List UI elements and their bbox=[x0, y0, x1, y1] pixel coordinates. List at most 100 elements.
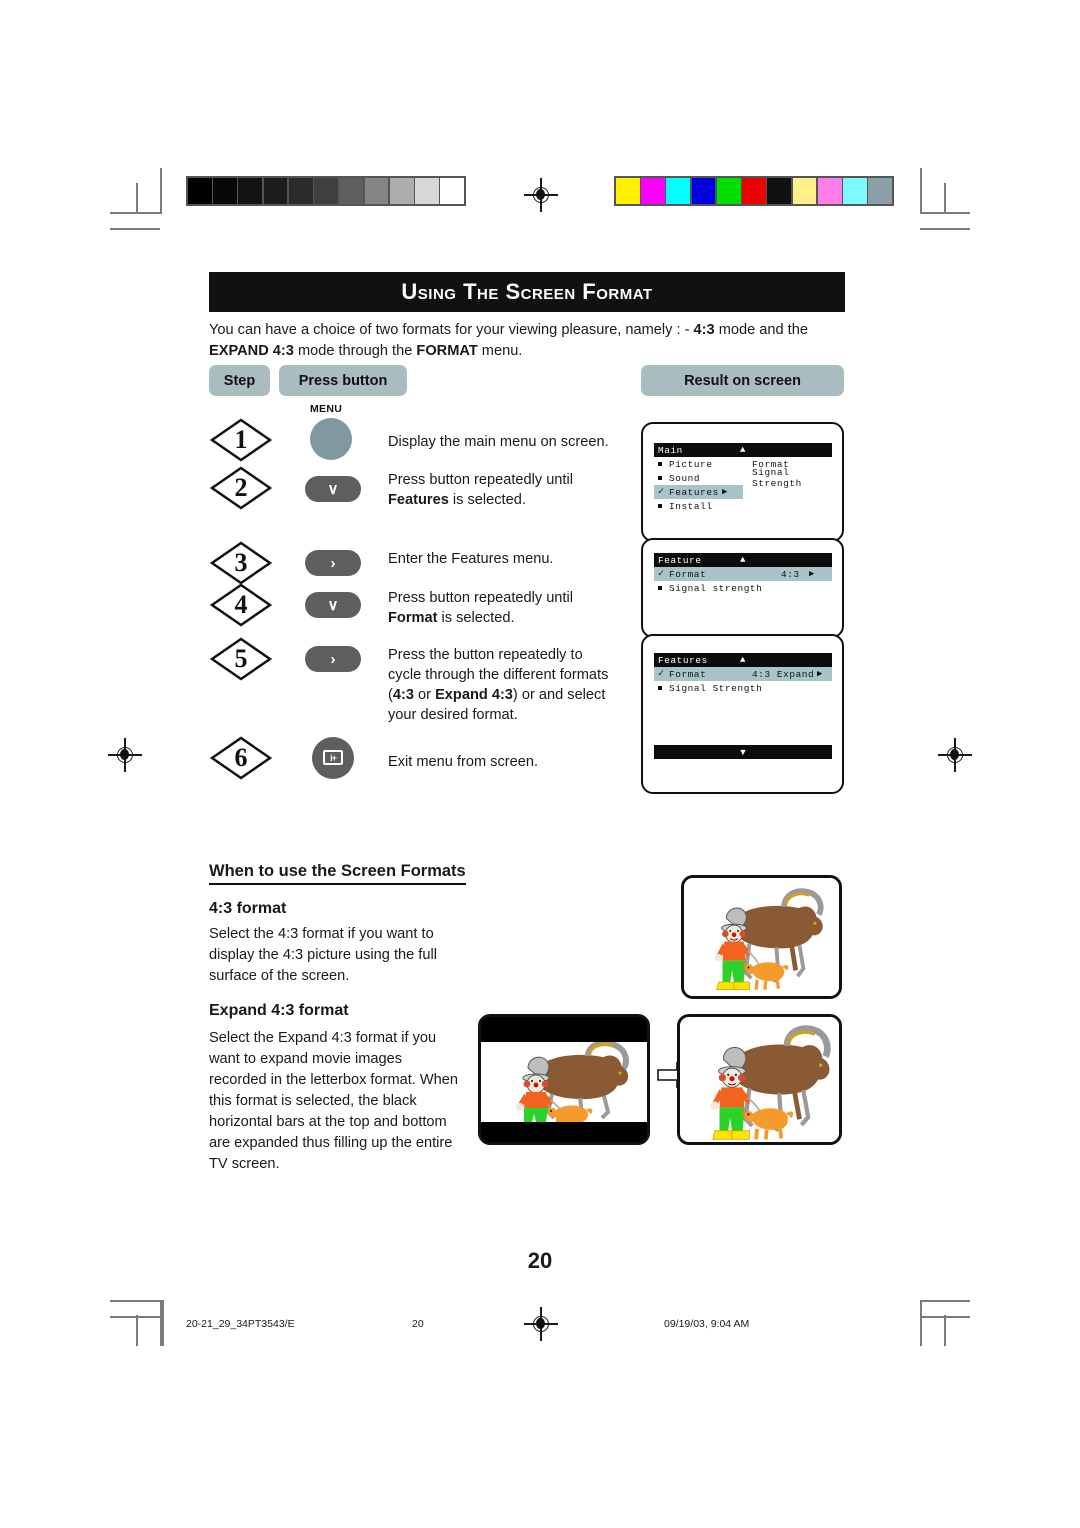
step-description-4: Press button repeatedly until Format is … bbox=[388, 588, 638, 628]
osd-main-row-features[interactable]: ✓ Features ▶ bbox=[654, 485, 743, 499]
step4-bold-format: Format bbox=[388, 610, 438, 626]
subheading-43-format: 4:3 format bbox=[209, 900, 287, 917]
chevron-right-icon: › bbox=[330, 650, 336, 668]
step-number-badge-6: 6 bbox=[210, 736, 272, 780]
body-expand-43-format: Select the Expand 4:3 format if you want… bbox=[209, 1030, 459, 1172]
step-description-1: Display the main menu on screen. bbox=[388, 434, 609, 450]
color-swatch bbox=[616, 178, 640, 204]
chevron-down-icon: ∨ bbox=[327, 480, 339, 498]
scene-letterbox bbox=[481, 1042, 647, 1122]
caret-down-icon: ▼ bbox=[738, 747, 748, 757]
down-button-step4[interactable]: ∨ bbox=[305, 592, 361, 618]
crop-mark-top-left-v2 bbox=[136, 183, 138, 214]
bullet-icon bbox=[658, 683, 669, 694]
footer-page-number: 20 bbox=[412, 1318, 424, 1330]
step-number-2: 2 bbox=[234, 473, 248, 502]
scene-43 bbox=[684, 878, 839, 996]
down-button-step2[interactable]: ∨ bbox=[305, 476, 361, 502]
check-icon: ✓ bbox=[658, 487, 665, 498]
right-button-step3[interactable]: › bbox=[305, 550, 361, 576]
step-number-badge-3: 3 bbox=[210, 541, 272, 585]
osd-main-title: Main bbox=[658, 444, 683, 456]
osd-features-value-format: 4:3 Expand bbox=[752, 668, 815, 680]
scene-expand-43 bbox=[680, 1017, 839, 1142]
osd-main-menu: Main ▲ Picture Format Sound Signal Stren… bbox=[654, 443, 832, 513]
osd-features-row-format[interactable]: ✓ Format 4:3 Expand ▶ bbox=[654, 667, 832, 681]
osd-features-title: Features bbox=[658, 654, 708, 666]
intro-text-3: mode through the bbox=[293, 343, 417, 359]
body-43-format: Select the 4:3 format if you want to dis… bbox=[209, 926, 437, 984]
menu-button[interactable] bbox=[310, 418, 352, 460]
step5-line4: your desired format. bbox=[388, 707, 518, 723]
osd-features-menu: Features ▲ ✓ Format 4:3 Expand ▶ Signal … bbox=[654, 653, 832, 695]
crop-mark-bottom-left-h bbox=[110, 1300, 160, 1302]
column-header-press-button: Press button bbox=[279, 365, 407, 396]
grayscale-calibration-bar bbox=[186, 176, 466, 206]
crop-mark-bottom-right-v2 bbox=[944, 1315, 946, 1346]
osd-main-row-install[interactable]: Install bbox=[654, 499, 832, 513]
osd-features-label-signal-strength: Signal Strength bbox=[669, 682, 763, 694]
grayscale-swatch bbox=[440, 178, 465, 204]
osd-features-label-format: Format bbox=[669, 668, 707, 680]
check-icon: ✓ bbox=[658, 669, 665, 680]
osd-main-label-features: Features bbox=[669, 486, 719, 498]
osd-main-title-bar: Main ▲ bbox=[654, 443, 832, 457]
step2-bold-features: Features bbox=[388, 492, 449, 508]
osd-feature-row-format[interactable]: ✓ Format 4:3 ▶ bbox=[654, 567, 832, 581]
step-number-4: 4 bbox=[234, 590, 248, 619]
right-button-step5[interactable]: › bbox=[305, 646, 361, 672]
footer-filename: 20-21_29_34PT3543/E bbox=[186, 1318, 295, 1330]
crop-mark-top-left-h2 bbox=[110, 228, 160, 230]
color-swatch bbox=[666, 178, 691, 204]
osd-feature-title-bar: Feature ▲ bbox=[654, 553, 832, 567]
info-plus-button[interactable]: i+ bbox=[312, 737, 354, 779]
step5-bold-expand43: Expand 4:3 bbox=[435, 687, 513, 703]
crop-mark-top-right-h2 bbox=[920, 228, 970, 230]
color-swatch bbox=[742, 178, 766, 204]
osd-feature-row-signal-strength[interactable]: Signal strength bbox=[654, 581, 832, 595]
column-header-result-on-screen: Result on screen bbox=[641, 365, 844, 396]
arrow-right-icon: ▶ bbox=[722, 487, 729, 497]
grayscale-swatch bbox=[389, 178, 414, 204]
color-swatch bbox=[843, 178, 867, 204]
tv-illustration-expand-43 bbox=[677, 1014, 842, 1145]
intro-text-4: menu. bbox=[477, 343, 523, 359]
intro-text-1: You can have a choice of two formats for… bbox=[209, 322, 694, 338]
osd-features-title-bar: Features ▲ bbox=[654, 653, 832, 667]
grayscale-swatch bbox=[364, 178, 389, 204]
bullet-icon bbox=[658, 459, 669, 470]
grayscale-swatch bbox=[288, 178, 313, 204]
check-icon: ✓ bbox=[658, 569, 665, 580]
grayscale-swatch bbox=[339, 178, 364, 204]
step-number-badge-4: 4 bbox=[210, 583, 272, 627]
osd-main-label-install: Install bbox=[669, 500, 713, 512]
step2-line2-rest: is selected. bbox=[448, 492, 526, 508]
step-number-5: 5 bbox=[234, 644, 248, 673]
osd-feature-label-format: Format bbox=[669, 568, 707, 580]
registration-mark-right bbox=[938, 738, 972, 772]
intro-paragraph: You can have a choice of two formats for… bbox=[209, 320, 849, 362]
osd-main-label-sound: Sound bbox=[669, 472, 701, 484]
osd-features-row-signal-strength[interactable]: Signal Strength bbox=[654, 681, 832, 695]
bullet-icon bbox=[658, 473, 669, 484]
color-swatch bbox=[868, 178, 893, 204]
letterbox-picture-area bbox=[481, 1042, 647, 1122]
step-description-6: Exit menu from screen. bbox=[388, 754, 539, 770]
step-number-3: 3 bbox=[234, 548, 248, 577]
color-swatch bbox=[691, 178, 716, 204]
grayscale-swatch bbox=[314, 178, 338, 204]
menu-button-label: MENU bbox=[310, 403, 343, 415]
footer-timestamp: 09/19/03, 9:04 AM bbox=[664, 1318, 750, 1330]
footer-rule-left bbox=[162, 1300, 164, 1346]
color-swatch bbox=[817, 178, 842, 204]
section-heading-when-to-use: When to use the Screen Formats bbox=[209, 862, 466, 885]
color-swatch bbox=[641, 178, 665, 204]
chevron-down-icon: ∨ bbox=[327, 596, 339, 614]
step-description-5: Press the button repeatedly to cycle thr… bbox=[388, 645, 640, 725]
info-plus-icon: i+ bbox=[323, 750, 343, 765]
registration-mark-left bbox=[108, 738, 142, 772]
step5-line2: cycle through the different formats bbox=[388, 667, 609, 683]
osd-main-row-sound[interactable]: Sound Signal Strength bbox=[654, 467, 832, 489]
page-title-banner: Using the Screen Format bbox=[209, 272, 845, 312]
crop-mark-top-left-h bbox=[110, 212, 160, 214]
